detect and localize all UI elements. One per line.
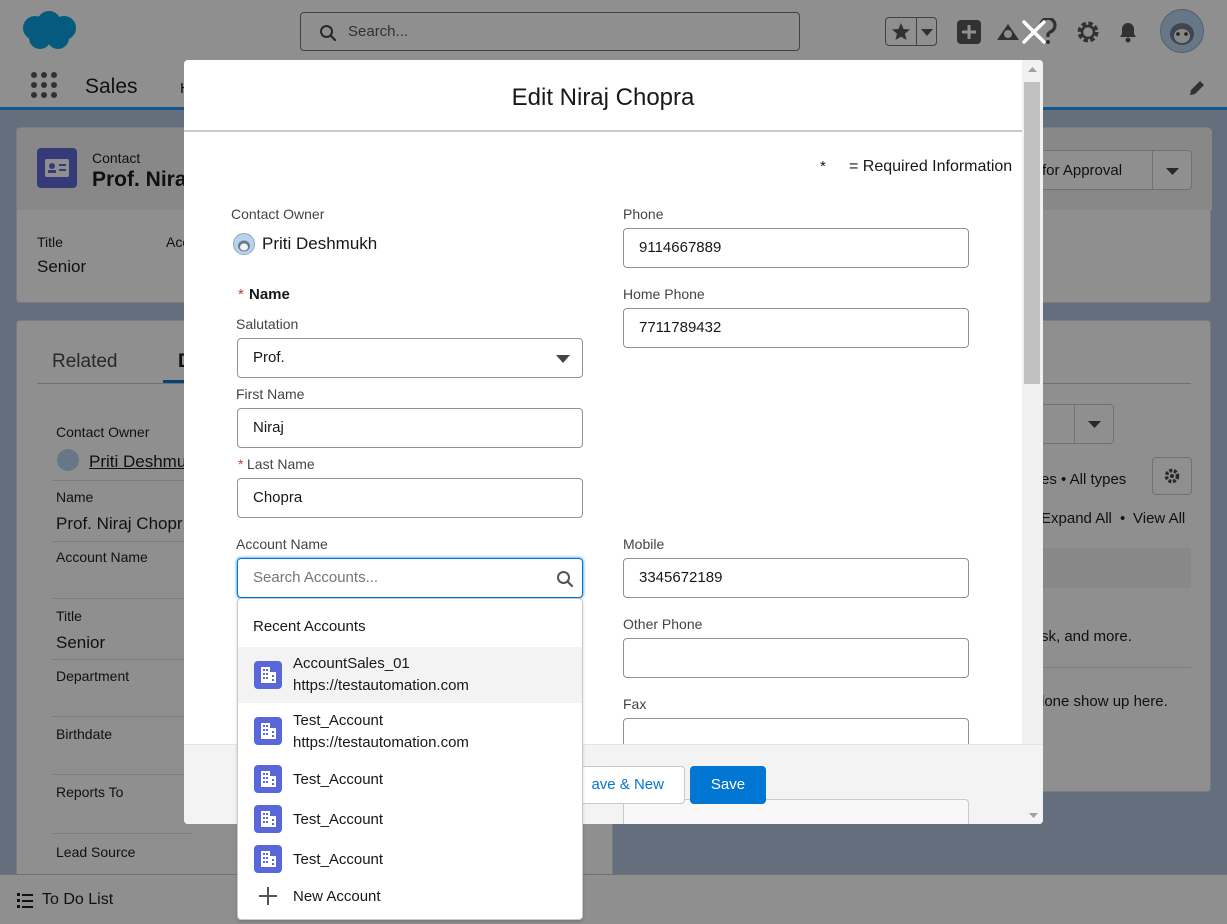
recent-accounts-header: Recent Accounts — [253, 618, 366, 635]
account-building-icon — [254, 805, 282, 833]
search-icon — [556, 570, 574, 588]
account-name-label: Account Name — [236, 536, 328, 552]
required-asterisk: * — [820, 158, 826, 175]
account-lookup-dropdown: Recent Accounts AccountSales_01 https://… — [237, 598, 583, 920]
account-option-title: Test_Account — [293, 712, 384, 729]
account-building-icon — [254, 845, 282, 873]
first-name-value: Niraj — [253, 419, 284, 436]
account-option[interactable]: AccountSales_01 https://testautomation.c… — [238, 647, 582, 703]
account-option-url: https://testautomation.com — [293, 734, 469, 751]
account-option[interactable]: Test_Account — [238, 841, 582, 881]
account-building-icon — [254, 661, 282, 689]
mobile-label: Mobile — [623, 536, 665, 552]
phone-value: 9114667889 — [639, 239, 722, 256]
phone-label: Phone — [623, 206, 664, 222]
account-option-title: Test_Account — [293, 811, 384, 828]
fax-label: Fax — [623, 696, 647, 712]
scroll-down-arrow-icon[interactable] — [1029, 813, 1038, 818]
account-building-icon — [254, 765, 282, 793]
account-option[interactable]: Test_Account — [238, 761, 582, 801]
contact-owner-label: Contact Owner — [231, 206, 325, 222]
account-option[interactable]: Test_Account https://testautomation.com — [238, 703, 582, 759]
first-name-input[interactable]: Niraj — [237, 408, 583, 448]
other-phone-label: Other Phone — [623, 616, 703, 632]
required-asterisk: * — [238, 456, 244, 472]
modal-scrollbar[interactable] — [1022, 60, 1043, 744]
last-name-value: Chopra — [253, 489, 303, 506]
required-asterisk: * — [238, 286, 244, 303]
salutation-label: Salutation — [236, 316, 299, 332]
name-section-label: Name — [249, 286, 290, 303]
required-information-text: = Required Information — [849, 158, 1013, 175]
contact-owner-value: Priti Deshmukh — [262, 234, 378, 253]
scroll-thumb[interactable] — [1024, 82, 1040, 384]
salutation-value: Prof. — [253, 349, 285, 366]
home-phone-input[interactable]: 7711789432 — [623, 308, 969, 348]
account-option-title: Test_Account — [293, 851, 384, 868]
close-modal-icon[interactable] — [1020, 18, 1048, 46]
other-phone-input[interactable] — [623, 638, 969, 678]
mobile-input[interactable]: 3345672189 — [623, 558, 969, 598]
account-building-icon — [254, 717, 282, 745]
home-phone-label: Home Phone — [623, 286, 705, 302]
new-account-option[interactable]: New Account — [238, 881, 582, 917]
account-option-title: AccountSales_01 — [293, 655, 410, 672]
scroll-up-arrow-icon[interactable] — [1028, 67, 1037, 72]
phone-input[interactable]: 9114667889 — [623, 228, 969, 268]
mobile-value: 3345672189 — [639, 569, 723, 586]
last-name-input[interactable]: Chopra — [237, 478, 583, 518]
owner-avatar-icon — [233, 233, 255, 255]
modal-title: Edit Niraj Chopra — [511, 84, 695, 111]
modal-header: Edit Niraj Chopra — [184, 60, 1022, 132]
home-phone-value: 7711789432 — [639, 319, 722, 336]
salutation-select[interactable]: Prof. — [237, 338, 583, 378]
account-option-title: Test_Account — [293, 771, 384, 788]
new-account-label: New Account — [293, 888, 381, 905]
chevron-down-icon — [556, 355, 570, 363]
account-search-placeholder: Search Accounts... — [253, 569, 379, 586]
account-option[interactable]: Test_Account — [238, 801, 582, 841]
first-name-label: First Name — [236, 386, 305, 402]
account-name-search-input[interactable]: Search Accounts... — [237, 558, 583, 598]
account-option-url: https://testautomation.com — [293, 677, 469, 694]
plus-icon — [259, 887, 277, 905]
last-name-label: Last Name — [247, 456, 315, 472]
save-button[interactable]: Save — [690, 766, 766, 804]
